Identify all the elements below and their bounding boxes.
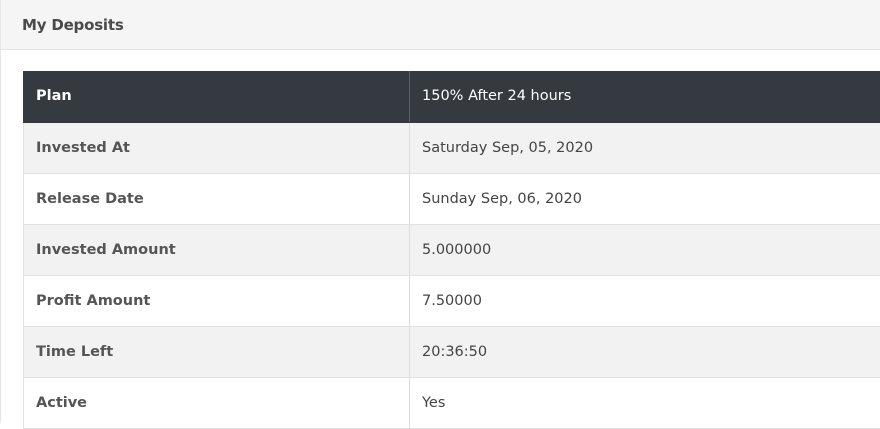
card-title: My Deposits: [22, 16, 124, 34]
row-value: 20:36:50: [410, 326, 880, 377]
table-row-active: Active Yes: [24, 377, 880, 428]
card-body: Plan 150% After 24 hours Invested At Sat…: [23, 71, 880, 429]
row-value: Saturday Sep, 05, 2020: [410, 122, 880, 173]
row-label: Invested Amount: [24, 224, 410, 275]
row-value: Sunday Sep, 06, 2020: [410, 173, 880, 224]
row-label: Plan: [24, 71, 410, 122]
row-label: Active: [24, 377, 410, 428]
row-label: Time Left: [24, 326, 410, 377]
table-row-release-date: Release Date Sunday Sep, 06, 2020: [24, 173, 880, 224]
table-row-invested-at: Invested At Saturday Sep, 05, 2020: [24, 122, 880, 173]
deposit-details-table: Plan 150% After 24 hours Invested At Sat…: [23, 71, 880, 429]
row-value: 150% After 24 hours: [410, 71, 880, 122]
table-row-plan: Plan 150% After 24 hours: [24, 71, 880, 122]
table-row-time-left: Time Left 20:36:50: [24, 326, 880, 377]
row-label: Invested At: [24, 122, 410, 173]
table-row-profit-amount: Profit Amount 7.50000: [24, 275, 880, 326]
row-value: Yes: [410, 377, 880, 428]
row-value: 7.50000: [410, 275, 880, 326]
card-header: My Deposits: [1, 0, 880, 50]
row-label: Profit Amount: [24, 275, 410, 326]
deposits-card: My Deposits Plan 150% After 24 hours Inv…: [0, 0, 880, 423]
row-value: 5.000000: [410, 224, 880, 275]
row-label: Release Date: [24, 173, 410, 224]
table-row-invested-amount: Invested Amount 5.000000: [24, 224, 880, 275]
